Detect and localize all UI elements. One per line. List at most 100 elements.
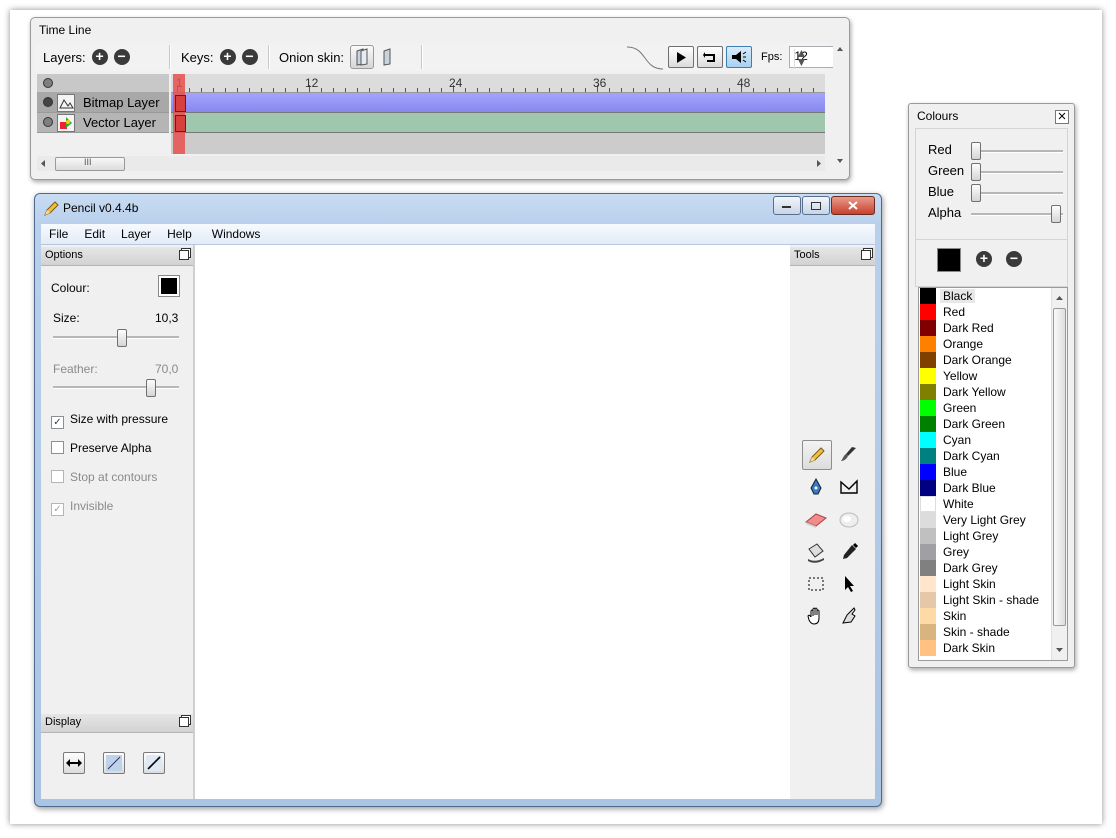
palette-item[interactable]: Green xyxy=(919,400,1067,416)
vector-layer-track[interactable] xyxy=(171,113,825,133)
ruler-tick xyxy=(237,88,238,92)
feather-slider-thumb[interactable] xyxy=(146,379,157,397)
palette-item[interactable]: Orange xyxy=(919,336,1067,352)
colour-swatch-button[interactable] xyxy=(158,275,180,297)
palette-item[interactable]: Dark Red xyxy=(919,320,1067,336)
scroll-thumb[interactable]: III xyxy=(55,157,125,171)
menu-edit[interactable]: Edit xyxy=(76,227,113,241)
palette-item[interactable]: Dark Orange xyxy=(919,352,1067,368)
menu-layer[interactable]: Layer xyxy=(113,227,159,241)
colours-close-button[interactable] xyxy=(1055,110,1069,124)
pen-tool-button[interactable] xyxy=(802,473,830,501)
blue-slider-track[interactable] xyxy=(971,192,1063,195)
palette-item[interactable]: Black xyxy=(919,288,1067,304)
palette-item[interactable]: Very Light Grey xyxy=(919,512,1067,528)
keyframe[interactable] xyxy=(175,115,186,132)
brush-tool-button[interactable] xyxy=(835,440,863,468)
green-slider-track[interactable] xyxy=(971,171,1063,174)
frame-area[interactable]: 1 12 24 36 48 xyxy=(171,74,825,154)
palette-item[interactable]: Dark Yellow xyxy=(919,384,1067,400)
palette-item[interactable]: Dark Green xyxy=(919,416,1067,432)
remove-key-button[interactable]: − xyxy=(241,49,258,65)
invisible-checkbox[interactable]: ✓ Invisible xyxy=(51,499,113,516)
drawing-canvas[interactable] xyxy=(194,245,791,799)
palette-list[interactable]: Black Red Dark Red Orange Dark Orange Yellow D… xyxy=(918,287,1068,661)
palette-scrollbar[interactable] xyxy=(1051,288,1067,660)
remove-layer-button[interactable]: − xyxy=(113,49,130,65)
layer-visibility-toggle[interactable] xyxy=(43,97,53,107)
move-tool-button[interactable] xyxy=(835,570,863,598)
hand-tool-button[interactable] xyxy=(802,602,830,630)
eyedropper-tool-button[interactable] xyxy=(835,538,863,566)
palette-item[interactable]: Light Grey xyxy=(919,528,1067,544)
palette-item[interactable]: Skin xyxy=(919,608,1067,624)
size-with-pressure-checkbox[interactable]: ✓ Size with pressure xyxy=(51,412,168,429)
add-key-button[interactable]: + xyxy=(219,49,236,65)
add-colour-button[interactable]: + xyxy=(976,251,992,267)
polyline-tool-button[interactable] xyxy=(835,473,863,501)
smudge-hand-tool-button[interactable] xyxy=(835,602,863,630)
palette-item[interactable]: Light Skin - shade xyxy=(919,592,1067,608)
palette-item[interactable]: White xyxy=(919,496,1067,512)
float-panel-icon[interactable] xyxy=(179,717,189,727)
palette-item[interactable]: Dark Blue xyxy=(919,480,1067,496)
fps-spinbox[interactable]: 12 ▲ ▼ xyxy=(789,46,836,69)
maximize-button[interactable] xyxy=(802,196,830,215)
palette-item[interactable]: Red xyxy=(919,304,1067,320)
onion-skin-previous-button[interactable] xyxy=(350,45,375,69)
scroll-thumb[interactable] xyxy=(1053,308,1066,626)
remove-colour-button[interactable]: − xyxy=(1006,251,1022,267)
menu-help[interactable]: Help xyxy=(159,227,200,241)
palette-item[interactable]: Grey xyxy=(919,544,1067,560)
palette-item[interactable]: Light Skin xyxy=(919,576,1067,592)
green-slider-thumb[interactable] xyxy=(971,163,981,181)
float-panel-icon[interactable] xyxy=(861,250,871,260)
float-panel-icon[interactable] xyxy=(179,250,189,260)
stop-at-contours-checkbox[interactable]: Stop at contours xyxy=(51,470,157,484)
feather-slider-track[interactable] xyxy=(53,386,179,389)
palette-item[interactable]: Cyan xyxy=(919,432,1067,448)
red-slider-track[interactable] xyxy=(971,150,1063,153)
bitmap-layer-track[interactable] xyxy=(171,93,825,113)
layer-row-vector[interactable]: Vector Layer xyxy=(37,113,169,133)
visibility-all-toggle[interactable] xyxy=(43,78,53,88)
size-slider-thumb[interactable] xyxy=(117,329,128,347)
thin-lines-button[interactable] xyxy=(103,752,125,774)
pencil-tool-button[interactable] xyxy=(802,440,832,470)
layer-row-bitmap[interactable]: Bitmap Layer xyxy=(37,93,169,113)
close-button[interactable] xyxy=(831,196,875,215)
preserve-alpha-checkbox[interactable]: Preserve Alpha xyxy=(51,441,151,455)
playhead[interactable] xyxy=(173,74,185,154)
size-value: 10,3 xyxy=(155,311,179,325)
red-slider-thumb[interactable] xyxy=(971,142,981,160)
blue-slider-thumb[interactable] xyxy=(971,184,981,202)
keyframe[interactable] xyxy=(175,95,186,112)
palette-item[interactable]: Blue xyxy=(919,464,1067,480)
fps-spin-arrows[interactable]: ▲ ▼ xyxy=(794,47,807,69)
loop-button[interactable] xyxy=(697,46,723,68)
bucket-tool-button[interactable] xyxy=(802,538,830,566)
outlines-button[interactable] xyxy=(143,752,165,774)
sound-button[interactable] xyxy=(726,46,752,68)
palette-item[interactable]: Dark Cyan xyxy=(919,448,1067,464)
minimize-button[interactable] xyxy=(773,196,801,215)
alpha-slider-thumb[interactable] xyxy=(1051,205,1061,223)
select-tool-button[interactable] xyxy=(802,570,830,598)
palette-item[interactable]: Yellow xyxy=(919,368,1067,384)
layer-visibility-toggle[interactable] xyxy=(43,117,53,127)
palette-item[interactable]: Dark Skin xyxy=(919,640,1067,656)
play-button[interactable] xyxy=(668,46,694,68)
menu-windows[interactable]: Windows xyxy=(204,227,269,241)
palette-item[interactable]: Dark Grey xyxy=(919,560,1067,576)
onion-skin-next-button[interactable] xyxy=(376,45,400,69)
smudge-tool-button[interactable] xyxy=(835,506,863,534)
timeline-vertical-scrollbar[interactable] xyxy=(833,43,847,167)
alpha-slider-track[interactable] xyxy=(971,213,1063,216)
timeline-horizontal-scrollbar[interactable]: III xyxy=(37,156,825,171)
add-layer-button[interactable]: + xyxy=(91,49,108,65)
size-slider-track[interactable] xyxy=(53,336,179,339)
menu-file[interactable]: File xyxy=(41,227,76,241)
eraser-tool-button[interactable] xyxy=(802,506,830,534)
palette-item[interactable]: Skin - shade xyxy=(919,624,1067,640)
mirror-horizontal-button[interactable] xyxy=(63,752,85,774)
